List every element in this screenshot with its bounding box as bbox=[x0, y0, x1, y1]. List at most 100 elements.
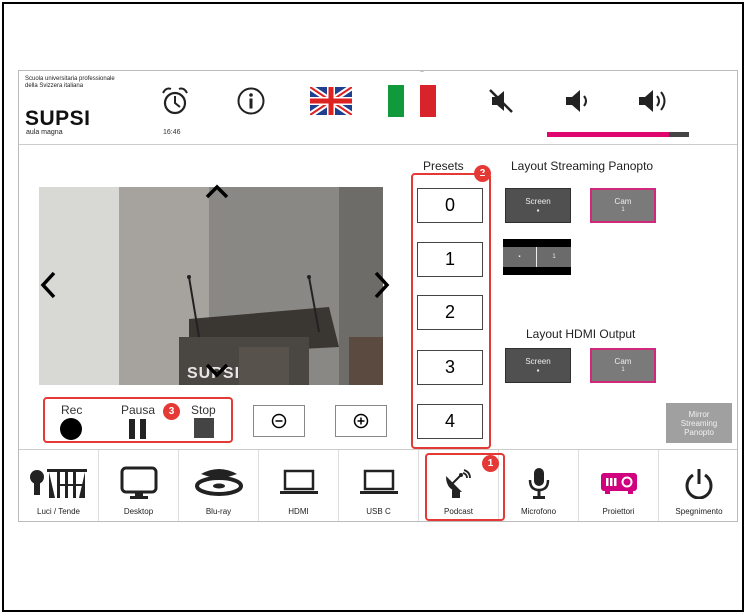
control-panel: Scuola universitaria professionale della… bbox=[18, 70, 738, 522]
pan-right-arrow[interactable] bbox=[373, 271, 391, 304]
info-icon bbox=[237, 87, 265, 115]
power-icon bbox=[684, 463, 714, 503]
mirror-streaming-button[interactable]: Mirror Streaming Panopto bbox=[666, 403, 732, 443]
stop-button[interactable] bbox=[193, 417, 215, 444]
hdmi-screen-button[interactable]: Screen ▪ bbox=[505, 348, 571, 383]
pip-screen-icon: ▪ bbox=[503, 247, 537, 267]
mute-icon bbox=[489, 89, 513, 113]
zoom-in-icon bbox=[353, 413, 369, 429]
nav-item-luci-tende[interactable]: Luci / Tende bbox=[19, 450, 99, 521]
close-mark[interactable]: × bbox=[420, 71, 424, 75]
preset-button-4[interactable]: 4 bbox=[417, 404, 483, 439]
preset-button-2[interactable]: 2 bbox=[417, 295, 483, 330]
pause-label: Pausa bbox=[121, 403, 156, 417]
nav-label-usb-c: USB C bbox=[366, 507, 391, 516]
pan-up-arrow[interactable] bbox=[205, 183, 229, 204]
streaming-cam-button[interactable]: Cam 1 bbox=[590, 188, 656, 223]
volume-up-icon bbox=[639, 90, 666, 112]
preset-button-3[interactable]: 3 bbox=[417, 350, 483, 385]
alarm-clock-icon bbox=[162, 87, 188, 115]
volume-level-bar[interactable] bbox=[547, 132, 669, 137]
rec-button[interactable] bbox=[59, 417, 83, 446]
chevron-right-icon bbox=[374, 271, 390, 299]
streaming-screen-button[interactable]: Screen ▪ bbox=[505, 188, 571, 223]
nav-item-proiettori[interactable]: Proiettori bbox=[579, 450, 659, 521]
institution-line-1: Scuola universitaria professionale bbox=[25, 76, 115, 82]
recording-badge: 3 bbox=[163, 403, 180, 420]
preset-button-0[interactable]: 0 bbox=[417, 188, 483, 223]
camera-preview[interactable]: SUPSI bbox=[39, 187, 383, 385]
microphone-icon bbox=[527, 463, 551, 503]
bottom-navigation: Luci / Tende Desktop Blu-ray HDMI USB C … bbox=[19, 449, 737, 521]
mute-button[interactable] bbox=[481, 81, 521, 121]
presets-title: Presets bbox=[423, 159, 464, 173]
rec-label: Rec bbox=[61, 403, 83, 417]
nav-item-microfono[interactable]: Microfono bbox=[499, 450, 579, 521]
header-bar: Scuola universitaria professionale della… bbox=[19, 71, 737, 145]
streaming-cam-number: 1 bbox=[621, 206, 625, 213]
layout-hdmi-title: Layout HDMI Output bbox=[526, 327, 636, 341]
room-name: aula magna bbox=[26, 129, 63, 136]
pip-cam-number: 1 bbox=[552, 254, 556, 260]
record-icon bbox=[60, 418, 82, 440]
nav-item-blu-ray[interactable]: Blu-ray bbox=[179, 450, 259, 521]
bluray-disc-icon bbox=[194, 463, 243, 503]
nav-label-proiettori: Proiettori bbox=[602, 507, 635, 516]
nav-label-blu-ray: Blu-ray bbox=[205, 507, 232, 516]
chevron-down-icon bbox=[205, 363, 229, 378]
nav-item-desktop[interactable]: Desktop bbox=[99, 450, 179, 521]
mirror-line-3: Panopto bbox=[684, 427, 714, 437]
zoom-in-button[interactable] bbox=[335, 405, 387, 437]
monitor-icon bbox=[120, 463, 158, 503]
hdmi-cam-number: 1 bbox=[621, 366, 625, 373]
preset-button-1[interactable]: 1 bbox=[417, 242, 483, 277]
language-italian-button[interactable] bbox=[385, 81, 439, 121]
podcast-badge: 1 bbox=[482, 455, 499, 472]
pan-down-arrow[interactable] bbox=[205, 363, 229, 384]
clock-time: 16:46 bbox=[163, 129, 181, 136]
volume-down-button[interactable] bbox=[559, 81, 599, 121]
nav-label-spegnimento: Spegnimento bbox=[675, 507, 723, 516]
streaming-screen-label: Screen bbox=[525, 196, 551, 206]
recording-controls: Rec Pausa 3 Stop bbox=[43, 397, 233, 443]
layout-streaming-title: Layout Streaming Panopto bbox=[511, 159, 654, 173]
supsi-logo: SUPSI bbox=[25, 107, 91, 130]
mirror-line-1: Mirror bbox=[688, 409, 710, 419]
pip-preview: ▪ 1 bbox=[503, 247, 571, 267]
volume-level-remaining bbox=[669, 132, 689, 137]
flag-uk-icon bbox=[310, 87, 352, 115]
mirror-line-2: Streaming bbox=[680, 418, 718, 428]
nav-label-luci-tende: Luci / Tende bbox=[37, 507, 80, 516]
pan-left-arrow[interactable] bbox=[39, 271, 57, 304]
hdmi-cam-button[interactable]: Cam 1 bbox=[590, 348, 656, 383]
volume-down-icon bbox=[566, 90, 587, 112]
nav-item-hdmi[interactable]: HDMI bbox=[259, 450, 339, 521]
language-english-button[interactable] bbox=[307, 81, 355, 121]
pause-icon bbox=[129, 419, 146, 439]
pause-button[interactable] bbox=[127, 417, 149, 446]
nav-label-hdmi: HDMI bbox=[288, 507, 309, 516]
screen-icon: ▪ bbox=[536, 365, 540, 375]
chevron-up-icon bbox=[205, 184, 229, 199]
camera-scene bbox=[39, 187, 383, 385]
stop-label: Stop bbox=[191, 403, 216, 417]
volume-up-button[interactable] bbox=[631, 81, 677, 121]
nav-item-spegnimento[interactable]: Spegnimento bbox=[659, 450, 737, 521]
zoom-out-icon bbox=[271, 413, 287, 429]
nav-label-desktop: Desktop bbox=[123, 507, 154, 516]
streaming-pip-button[interactable]: ▪ 1 bbox=[503, 239, 571, 275]
institution-line-2: della Svizzera italiana bbox=[25, 83, 84, 89]
nav-item-usb-c[interactable]: USB C bbox=[339, 450, 419, 521]
info-button[interactable] bbox=[231, 81, 271, 121]
nav-label-microfono: Microfono bbox=[520, 507, 557, 516]
projector-icon bbox=[599, 463, 639, 503]
zoom-out-button[interactable] bbox=[253, 405, 305, 437]
screen-icon: ▪ bbox=[536, 205, 540, 215]
stop-icon bbox=[194, 418, 214, 438]
chevron-left-icon bbox=[40, 271, 56, 299]
laptop-icon bbox=[279, 463, 319, 503]
alarm-button[interactable] bbox=[157, 81, 193, 121]
laptop-icon bbox=[359, 463, 399, 503]
streaming-cam-label: Cam bbox=[614, 196, 632, 206]
hdmi-cam-label: Cam bbox=[614, 356, 632, 366]
